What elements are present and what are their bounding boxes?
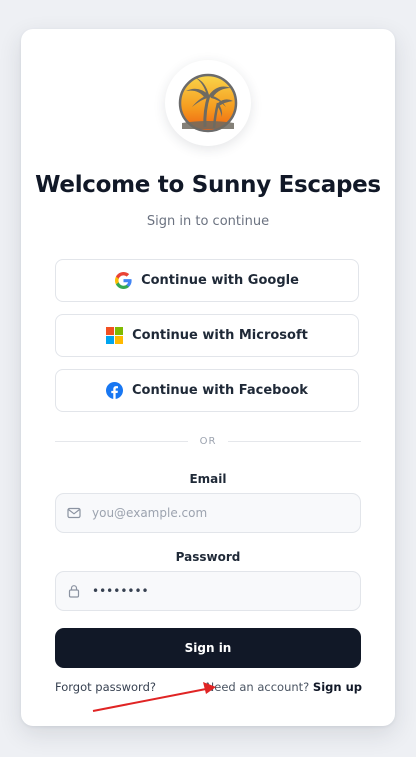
facebook-icon: [106, 382, 124, 399]
page-subtitle: Sign in to continue: [146, 214, 270, 229]
email-field-container[interactable]: [55, 493, 361, 533]
signup-prompt: Need an account? Sign up: [206, 680, 362, 694]
google-signin-button[interactable]: Continue with Google: [55, 259, 359, 302]
google-signin-label: Continue with Google: [141, 273, 299, 288]
or-divider: OR: [55, 434, 362, 448]
microsoft-signin-button[interactable]: Continue with Microsoft: [55, 314, 359, 357]
password-input[interactable]: [90, 583, 354, 599]
email-input[interactable]: [90, 505, 354, 521]
email-label: Email: [189, 472, 227, 486]
google-icon: [115, 272, 132, 289]
logo: [165, 60, 251, 146]
palm-tree-logo-icon: [178, 73, 238, 133]
login-card: Welcome to Sunny Escapes Sign in to cont…: [21, 29, 395, 726]
forgot-password-link[interactable]: Forgot password?: [55, 680, 156, 694]
facebook-signin-button[interactable]: Continue with Facebook: [55, 369, 359, 412]
mail-icon: [67, 506, 81, 520]
need-account-text: Need an account?: [205, 680, 310, 694]
sign-up-link[interactable]: Sign up: [313, 680, 362, 694]
divider-line: [228, 440, 362, 442]
page-title: Welcome to Sunny Escapes: [35, 172, 381, 198]
sign-in-button[interactable]: Sign in: [55, 628, 361, 668]
divider-line: [55, 440, 188, 442]
password-field-container[interactable]: [55, 571, 361, 611]
microsoft-icon: [106, 327, 124, 344]
facebook-signin-label: Continue with Facebook: [132, 383, 308, 398]
microsoft-signin-label: Continue with Microsoft: [132, 328, 308, 343]
password-label: Password: [175, 550, 241, 564]
lock-icon: [67, 584, 81, 598]
divider-text: OR: [199, 435, 217, 447]
